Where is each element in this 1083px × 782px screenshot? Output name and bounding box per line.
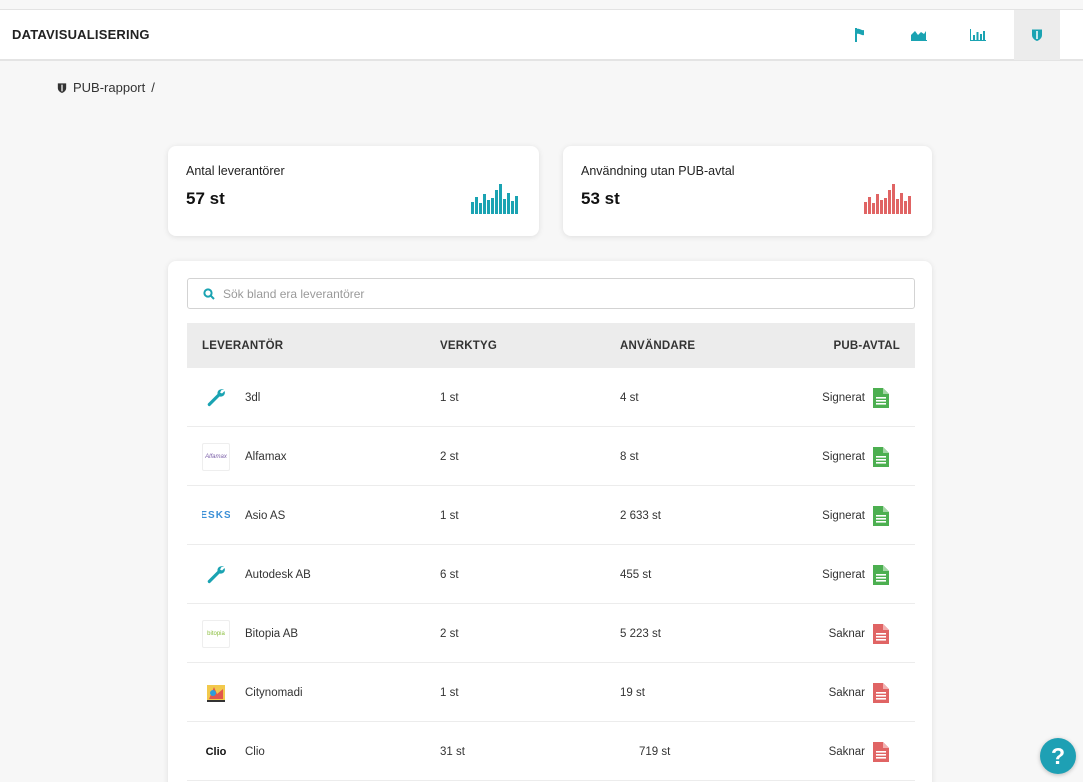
nav-flag-button[interactable] [837, 10, 883, 60]
shield-icon [57, 82, 67, 93]
wrench-icon [202, 383, 230, 412]
breadcrumb: PUB-rapport / [57, 80, 155, 95]
document-icon[interactable] [873, 505, 889, 526]
pub-status: Saknar [828, 686, 865, 699]
stat-card-missing-pub: Användning utan PUB-avtal 53 st [563, 146, 932, 236]
tools-count: 1 st [440, 391, 459, 404]
supplier-name: Autodesk AB [245, 568, 311, 581]
pub-status: Saknar [828, 627, 865, 640]
document-icon[interactable] [873, 564, 889, 585]
alfamax-logo: Alfamax [202, 442, 230, 471]
citynomadi-logo [202, 678, 230, 707]
table-row[interactable]: Clio Clio 31 st 719 st Saknar [187, 722, 915, 781]
pub-status: Saknar [828, 745, 865, 758]
nav-shield-button[interactable] [1014, 10, 1060, 60]
stat-value: 53 st [581, 189, 620, 208]
tools-count: 2 st [440, 627, 459, 640]
document-icon[interactable] [873, 623, 889, 644]
tools-count: 1 st [440, 509, 459, 522]
tools-count: 31 st [440, 745, 465, 758]
tools-count: 1 st [440, 686, 459, 699]
nav-area-chart-button[interactable] [896, 10, 942, 60]
users-count: 5 223 st [620, 627, 661, 640]
document-icon[interactable] [873, 446, 889, 467]
top-navbar: DATAVISUALISERING [0, 9, 1083, 61]
pub-status: Signerat [822, 391, 865, 404]
wrench-icon [202, 560, 230, 589]
document-icon[interactable] [873, 682, 889, 703]
users-count: 455 st [620, 568, 652, 581]
breadcrumb-item-pub-rapport[interactable]: PUB-rapport [73, 80, 145, 95]
column-header-supplier[interactable]: LEVERANTÖR [202, 340, 283, 352]
stat-label: Användning utan PUB-avtal [581, 164, 735, 178]
users-count: 2 633 st [620, 509, 661, 522]
search-box [187, 278, 915, 309]
supplier-name: 3dl [245, 391, 261, 404]
table-row[interactable]: 3dl 1 st 4 st Signerat [187, 368, 915, 427]
supplier-name: Bitopia AB [245, 627, 299, 640]
pub-status: Signerat [822, 509, 865, 522]
document-icon[interactable] [873, 387, 889, 408]
table-row[interactable]: Autodesk AB 6 st 455 st Signerat [187, 545, 915, 604]
table-row[interactable]: Alfamax Alfamax 2 st 8 st Signerat [187, 427, 915, 486]
stat-value: 57 st [186, 189, 225, 208]
shield-icon [1032, 29, 1042, 41]
clio-logo: Clio [202, 737, 230, 766]
bar-chart-icon [970, 29, 986, 41]
table-row[interactable]: ESKS Asio AS 1 st 2 633 st Signerat [187, 486, 915, 545]
bar-chart-icon [864, 184, 911, 214]
supplier-table-card: LEVERANTÖR VERKTYG ANVÄNDARE PUB-AVTAL 3… [168, 261, 932, 782]
table-row[interactable]: Citynomadi 1 st 19 st Saknar [187, 663, 915, 722]
nav-bar-chart-button[interactable] [955, 10, 1001, 60]
column-header-pub-agreement[interactable]: PUB-AVTAL [833, 340, 900, 352]
stat-card-suppliers: Antal leverantörer 57 st [168, 146, 539, 236]
app-title: DATAVISUALISERING [12, 27, 150, 42]
supplier-name: Citynomadi [245, 686, 303, 699]
help-button[interactable]: ? [1040, 738, 1076, 774]
tools-count: 6 st [440, 568, 459, 581]
users-count: 8 st [620, 450, 639, 463]
help-icon: ? [1050, 742, 1066, 769]
supplier-name: Alfamax [245, 450, 287, 463]
users-count: 19 st [620, 686, 645, 699]
supplier-name: Asio AS [245, 509, 286, 522]
stat-label: Antal leverantörer [186, 164, 285, 178]
flag-icon [855, 28, 864, 42]
bar-chart-icon [471, 184, 518, 214]
search-input[interactable] [223, 286, 863, 301]
pub-status: Signerat [822, 450, 865, 463]
users-count: 4 st [620, 391, 639, 404]
table-row[interactable]: bitopia Bitopia AB 2 st 5 223 st Saknar [187, 604, 915, 663]
asio-logo: ESKS [202, 501, 230, 530]
breadcrumb-separator: / [151, 80, 155, 95]
bitopia-logo: bitopia [202, 619, 230, 648]
table-header: LEVERANTÖR VERKTYG ANVÄNDARE PUB-AVTAL [187, 323, 915, 368]
users-count: 719 st [639, 745, 671, 758]
tools-count: 2 st [440, 450, 459, 463]
document-icon[interactable] [873, 741, 889, 762]
supplier-name: Clio [245, 745, 265, 758]
pub-status: Signerat [822, 568, 865, 581]
column-header-users[interactable]: ANVÄNDARE [620, 340, 695, 352]
column-header-tools[interactable]: VERKTYG [440, 340, 497, 352]
search-icon [203, 287, 215, 300]
area-chart-icon [911, 31, 927, 41]
